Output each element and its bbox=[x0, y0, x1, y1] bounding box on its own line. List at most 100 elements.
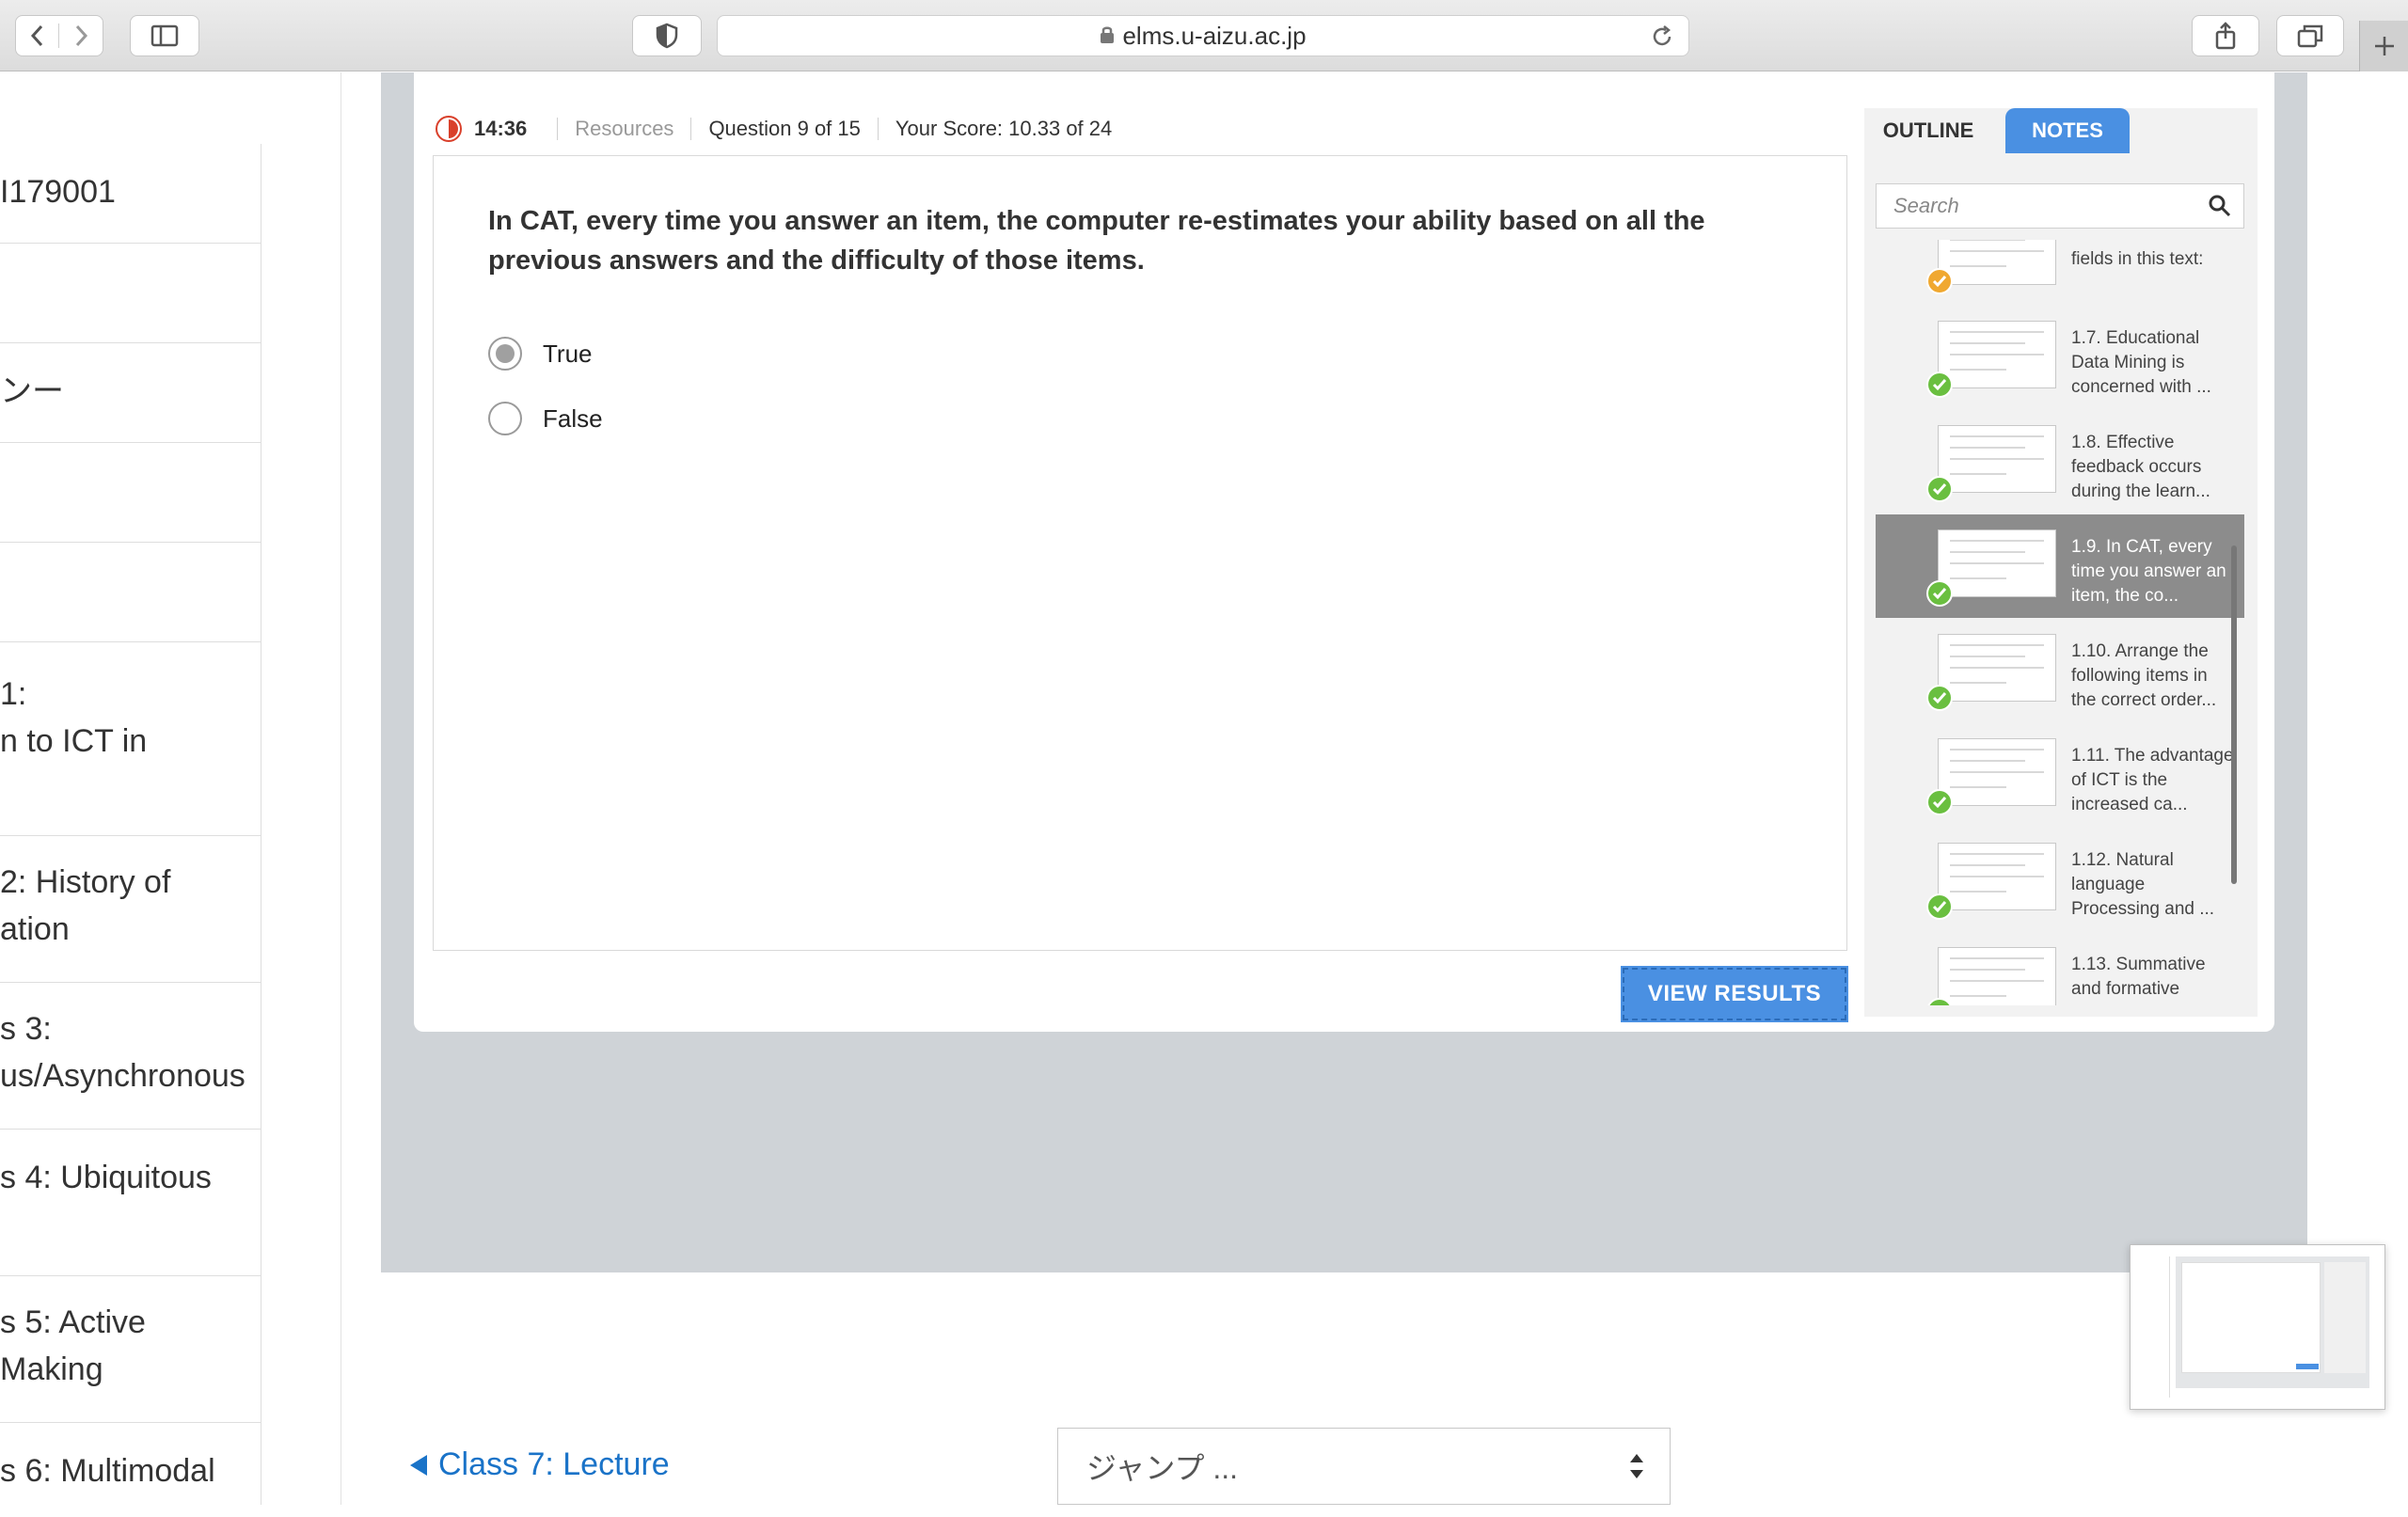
nav-item-label: 1: bbox=[0, 676, 27, 712]
previous-activity-label: Class 7: Lecture bbox=[438, 1446, 670, 1482]
nav-item-class-2[interactable]: 2: History of ation bbox=[0, 836, 261, 983]
divider bbox=[557, 118, 559, 140]
course-nav: I179001 ンー 1: n to ICT in 2: History of … bbox=[0, 144, 261, 1505]
nav-item-class-3[interactable]: s 3: us/Asynchronous bbox=[0, 983, 261, 1130]
slide-item-1-12[interactable]: 1.12. Natural language Processing and ..… bbox=[1876, 828, 2244, 931]
privacy-shield-icon[interactable] bbox=[632, 15, 702, 56]
select-arrows-icon bbox=[1628, 1451, 1645, 1489]
back-forward-group bbox=[15, 15, 103, 56]
divider bbox=[690, 118, 692, 140]
jump-select[interactable]: ジャンプ ... bbox=[1057, 1428, 1671, 1505]
address-bar[interactable]: elms.u-aizu.ac.jp bbox=[717, 15, 1689, 56]
jump-select-value: ジャンプ ... bbox=[1086, 1451, 1239, 1485]
divider bbox=[877, 118, 879, 140]
view-results-button[interactable]: VIEW RESULTS bbox=[1621, 966, 1848, 1022]
slide-item-1-10[interactable]: 1.10. Arrange the following items in the… bbox=[1876, 619, 2244, 722]
nav-item-label: 2: History of bbox=[0, 864, 171, 900]
pip-card bbox=[2181, 1262, 2321, 1373]
nav-item-label: us/Asynchronous bbox=[0, 1058, 246, 1094]
check-icon bbox=[1926, 476, 1953, 502]
question-text: In CAT, every time you answer an item, t… bbox=[488, 206, 1705, 276]
question-card: In CAT, every time you answer an item, t… bbox=[433, 155, 1847, 951]
reload-icon[interactable] bbox=[1649, 24, 1675, 56]
slide-item-1-9-current[interactable]: 1.9. In CAT, every time you answer an it… bbox=[1876, 514, 2244, 618]
search-input[interactable]: Search bbox=[1876, 183, 2244, 229]
radio-button[interactable] bbox=[488, 402, 522, 435]
nav-item-class-4[interactable]: s 4: Ubiquitous bbox=[0, 1130, 261, 1276]
share-icon[interactable] bbox=[2192, 15, 2259, 56]
answer-option-false[interactable]: False bbox=[488, 402, 603, 435]
page-content: I179001 ンー 1: n to ICT in 2: History of … bbox=[0, 72, 2408, 1505]
lock-icon bbox=[1100, 22, 1115, 51]
check-icon bbox=[1926, 893, 1953, 920]
slide-title: 1.8. Effective feedback occurs during th… bbox=[2071, 433, 2210, 501]
new-tab-icon[interactable] bbox=[2359, 21, 2408, 71]
question-counter: Question 9 of 15 bbox=[708, 117, 861, 140]
nav-item-label: n to ICT in bbox=[0, 723, 148, 759]
score: Your Score: 10.33 of 24 bbox=[895, 117, 1113, 140]
slide-thumbnail bbox=[1938, 321, 2056, 388]
answer-option-true[interactable]: True bbox=[488, 337, 593, 371]
back-icon[interactable] bbox=[16, 24, 59, 48]
nav-item-class-6[interactable]: s 6: Multimodal bbox=[0, 1423, 261, 1517]
slide-title: 1.7. Educational Data Mining is concerne… bbox=[2071, 328, 2211, 397]
nav-item-class-5[interactable]: s 5: Active Making bbox=[0, 1276, 261, 1423]
nav-item-label: s 3: bbox=[0, 1011, 52, 1047]
slide-thumbnail bbox=[1938, 634, 2056, 702]
check-icon bbox=[1926, 789, 1953, 815]
search-placeholder: Search bbox=[1893, 194, 1959, 217]
slide-title: 1.12. Natural language Processing and ..… bbox=[2071, 850, 2215, 919]
sidebar-tabs: OUTLINE NOTES bbox=[1864, 108, 2258, 153]
tab-outline[interactable]: OUTLINE bbox=[1864, 108, 1992, 153]
outline-sidebar: OUTLINE NOTES Search 1.6. Fill in the bl… bbox=[1864, 108, 2258, 1017]
nav-item-label: s 4: Ubiquitous bbox=[0, 1160, 212, 1195]
slide-item-1-13[interactable]: 1.13. Summative and formative bbox=[1876, 932, 2244, 1005]
slide-item-1-8[interactable]: 1.8. Effective feedback occurs during th… bbox=[1876, 410, 2244, 514]
picture-in-picture-preview[interactable] bbox=[2130, 1244, 2385, 1410]
pip-sidebar bbox=[2324, 1262, 2366, 1373]
tabs-overview-icon[interactable] bbox=[2276, 15, 2344, 56]
slide-thumbnail bbox=[1938, 529, 2056, 597]
check-icon bbox=[1926, 371, 1953, 398]
slide-thumbnail bbox=[1938, 240, 2056, 285]
sidebar-toggle-icon[interactable] bbox=[130, 15, 199, 56]
nav-item[interactable] bbox=[0, 443, 261, 543]
option-label: True bbox=[543, 339, 593, 368]
previous-activity-link[interactable]: Class 7: Lecture bbox=[410, 1446, 670, 1483]
nav-item-course-id[interactable]: I179001 bbox=[0, 144, 261, 244]
nav-item-label: s 5: Active bbox=[0, 1304, 146, 1340]
forward-icon[interactable] bbox=[59, 24, 103, 48]
slide-item-1-6[interactable]: 1.6. Fill in the blank fields in this te… bbox=[1876, 240, 2244, 306]
tab-notes[interactable]: NOTES bbox=[2005, 108, 2130, 153]
timer-value: 14:36 bbox=[474, 117, 528, 140]
slide-item-1-11[interactable]: 1.11. The advantage of ICT is the increa… bbox=[1876, 723, 2244, 827]
radio-button[interactable] bbox=[488, 337, 522, 371]
quiz-status-bar: 14:36 Resources Question 9 of 15 Your Sc… bbox=[435, 110, 1112, 148]
slide-thumbnail bbox=[1938, 425, 2056, 493]
slide-title: 1.13. Summative and formative bbox=[2071, 955, 2206, 999]
nav-item-label: Making bbox=[0, 1351, 103, 1387]
outline-scrollbar[interactable] bbox=[2231, 545, 2237, 884]
slide-title: 1.6. Fill in the blank fields in this te… bbox=[2071, 240, 2226, 269]
timer-icon bbox=[436, 116, 462, 142]
slide-title: 1.11. The advantage of ICT is the increa… bbox=[2071, 746, 2234, 814]
pip-nav bbox=[2136, 1256, 2170, 1398]
slide-list: 1.6. Fill in the blank fields in this te… bbox=[1876, 240, 2244, 1005]
slide-title: 1.10. Arrange the following items in the… bbox=[2071, 641, 2217, 710]
nav-item-label: s 6: Multimodal bbox=[0, 1453, 215, 1489]
nav-item[interactable] bbox=[0, 543, 261, 642]
browser-toolbar: elms.u-aizu.ac.jp bbox=[0, 0, 2408, 71]
nav-item[interactable]: ンー bbox=[0, 343, 261, 443]
nav-item-label: ンー bbox=[0, 373, 64, 409]
slide-thumbnail bbox=[1938, 738, 2056, 806]
nav-item-label: ation bbox=[0, 911, 70, 947]
nav-item-class-1[interactable]: 1: n to ICT in bbox=[0, 642, 261, 836]
check-icon bbox=[1926, 580, 1953, 607]
nav-item-label: I179001 bbox=[0, 174, 116, 210]
slide-thumbnail bbox=[1938, 947, 2056, 1005]
nav-item[interactable] bbox=[0, 244, 261, 343]
resources-link[interactable]: Resources bbox=[575, 117, 673, 141]
search-icon[interactable] bbox=[2208, 194, 2232, 224]
slide-item-1-7[interactable]: 1.7. Educational Data Mining is concerne… bbox=[1876, 306, 2244, 409]
slide-title: 1.9. In CAT, every time you answer an it… bbox=[2071, 537, 2226, 606]
